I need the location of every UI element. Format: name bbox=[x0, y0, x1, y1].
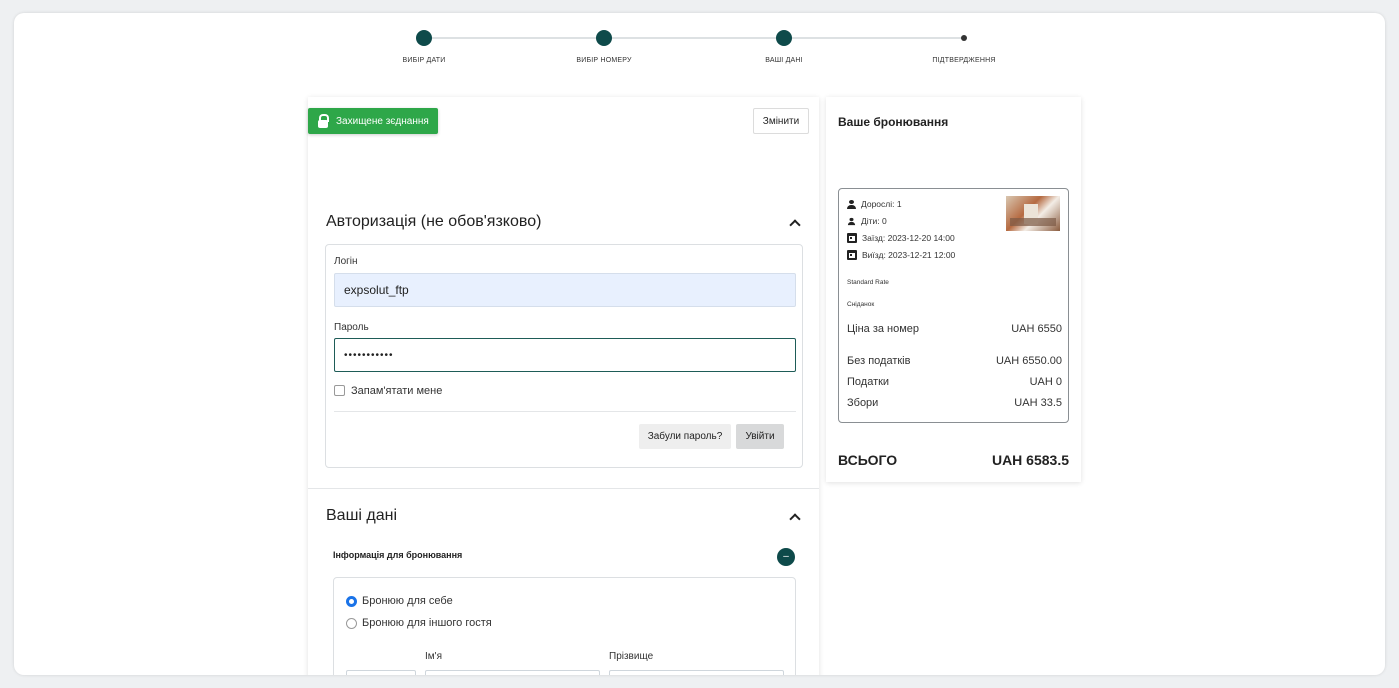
calendar-icon bbox=[847, 250, 857, 260]
password-label: Пароль bbox=[334, 322, 369, 333]
checkout-text: Виїзд: 2023-12-21 12:00 bbox=[862, 250, 956, 260]
total-value: UAH 6583.5 bbox=[991, 452, 1069, 468]
main-form-panel: Захищене зєднання Змінити Авторизація (н… bbox=[308, 97, 819, 675]
price-label: Податки bbox=[847, 376, 890, 388]
child-icon bbox=[847, 217, 856, 225]
step-label-confirmation: ПІДТВЕРДЖЕННЯ bbox=[932, 57, 996, 64]
person-icon bbox=[847, 199, 856, 209]
radio-book-for-self-label[interactable]: Бронюю для себе bbox=[362, 595, 453, 607]
guest-details-box: Бронюю для себе Бронюю для іншого гостя … bbox=[333, 577, 796, 675]
secure-connection-badge: Захищене зєднання bbox=[308, 108, 438, 134]
change-button[interactable]: Змінити bbox=[753, 108, 809, 134]
price-value: UAH 0 bbox=[1029, 376, 1062, 388]
checkin-line: Заїзд: 2023-12-20 14:00 bbox=[847, 233, 955, 243]
password-input[interactable]: ••••••••••• bbox=[334, 338, 796, 372]
price-value: UAH 6550.00 bbox=[995, 355, 1062, 367]
auth-section-title: Авторизація (не обов'язково) bbox=[326, 213, 542, 230]
price-value: UAH 6550 bbox=[1011, 323, 1062, 335]
price-row-taxes: Податки UAH 0 bbox=[847, 376, 1062, 388]
price-value: UAH 33.5 bbox=[1014, 397, 1062, 409]
radio-book-for-other-label[interactable]: Бронюю для іншого гостя bbox=[362, 617, 492, 629]
booking-card: Дорослі: 1 Діти: 0 Заїзд: 2023-12-20 14:… bbox=[838, 188, 1069, 423]
price-row-fees: Збори UAH 33.5 bbox=[847, 397, 1062, 409]
booking-stepper: ВИБІР ДАТИ ВИБІР НОМЕРУ ВАШІ ДАНІ ПІДТВЕ… bbox=[14, 13, 1385, 93]
step-label-your-data[interactable]: ВАШІ ДАНІ bbox=[765, 57, 803, 64]
total-row: ВСЬОГО UAH 6583.5 bbox=[838, 452, 1069, 468]
price-label: Збори bbox=[847, 397, 879, 409]
page-frame: ВИБІР ДАТИ ВИБІР НОМЕРУ ВАШІ ДАНІ ПІДТВЕ… bbox=[14, 13, 1385, 675]
step-label-room[interactable]: ВИБІР НОМЕРУ bbox=[576, 57, 631, 64]
chevron-up-icon[interactable] bbox=[789, 219, 801, 231]
children-text: Діти: 0 bbox=[861, 216, 887, 226]
forgot-password-button[interactable]: Забули пароль? bbox=[639, 424, 731, 449]
meal-plan: Сніданок bbox=[847, 301, 875, 308]
step-label-dates[interactable]: ВИБІР ДАТИ bbox=[402, 57, 445, 64]
section-divider bbox=[308, 488, 819, 489]
step-dot-1[interactable] bbox=[416, 30, 432, 46]
step-dot-2[interactable] bbox=[596, 30, 612, 46]
adults-text: Дорослі: 1 bbox=[861, 199, 902, 209]
calendar-icon bbox=[847, 233, 857, 243]
booking-summary-panel: Ваше бронювання Дорослі: 1 Діти: 0 Заїзд… bbox=[826, 97, 1081, 482]
price-label: Ціна за номер bbox=[847, 323, 920, 335]
rate-name: Standard Rate bbox=[847, 279, 889, 286]
first-name-label: Ім'я bbox=[425, 651, 442, 662]
children-line: Діти: 0 bbox=[847, 216, 887, 226]
remember-me-checkbox[interactable] bbox=[334, 385, 345, 396]
chevron-up-icon[interactable] bbox=[789, 513, 801, 525]
price-row-room: Ціна за номер UAH 6550 bbox=[847, 323, 1062, 335]
login-button[interactable]: Увійти bbox=[736, 424, 784, 449]
lock-icon bbox=[318, 114, 329, 128]
secure-connection-label: Захищене зєднання bbox=[336, 115, 429, 127]
adults-line: Дорослі: 1 bbox=[847, 199, 902, 209]
booking-info-heading: Інформація для бронювання bbox=[333, 550, 463, 560]
remember-me-label[interactable]: Запам'ятати мене bbox=[351, 385, 442, 397]
collapse-minus-button[interactable]: – bbox=[777, 548, 795, 566]
login-label: Логін bbox=[334, 256, 358, 267]
last-name-input[interactable] bbox=[609, 670, 784, 675]
checkin-text: Заїзд: 2023-12-20 14:00 bbox=[862, 233, 955, 243]
radio-book-for-other[interactable] bbox=[346, 618, 357, 629]
step-dot-4 bbox=[961, 35, 967, 41]
total-label: ВСЬОГО bbox=[838, 452, 898, 468]
step-dot-3[interactable] bbox=[776, 30, 792, 46]
your-data-title: Ваші дані bbox=[326, 507, 398, 524]
radio-book-for-self[interactable] bbox=[346, 596, 357, 607]
auth-box: Логін expsolut_ftp Пароль ••••••••••• За… bbox=[325, 244, 803, 468]
booking-summary-title: Ваше бронювання bbox=[838, 115, 949, 129]
price-label: Без податків bbox=[847, 355, 911, 367]
checkout-line: Виїзд: 2023-12-21 12:00 bbox=[847, 250, 955, 260]
divider bbox=[334, 411, 796, 412]
last-name-label: Прізвище bbox=[609, 651, 654, 662]
stepper-line bbox=[424, 37, 964, 39]
first-name-input[interactable] bbox=[425, 670, 600, 675]
title-select[interactable] bbox=[346, 670, 416, 675]
room-thumbnail bbox=[1006, 196, 1060, 231]
login-input[interactable]: expsolut_ftp bbox=[334, 273, 796, 307]
price-row-no-tax: Без податків UAH 6550.00 bbox=[847, 355, 1062, 367]
